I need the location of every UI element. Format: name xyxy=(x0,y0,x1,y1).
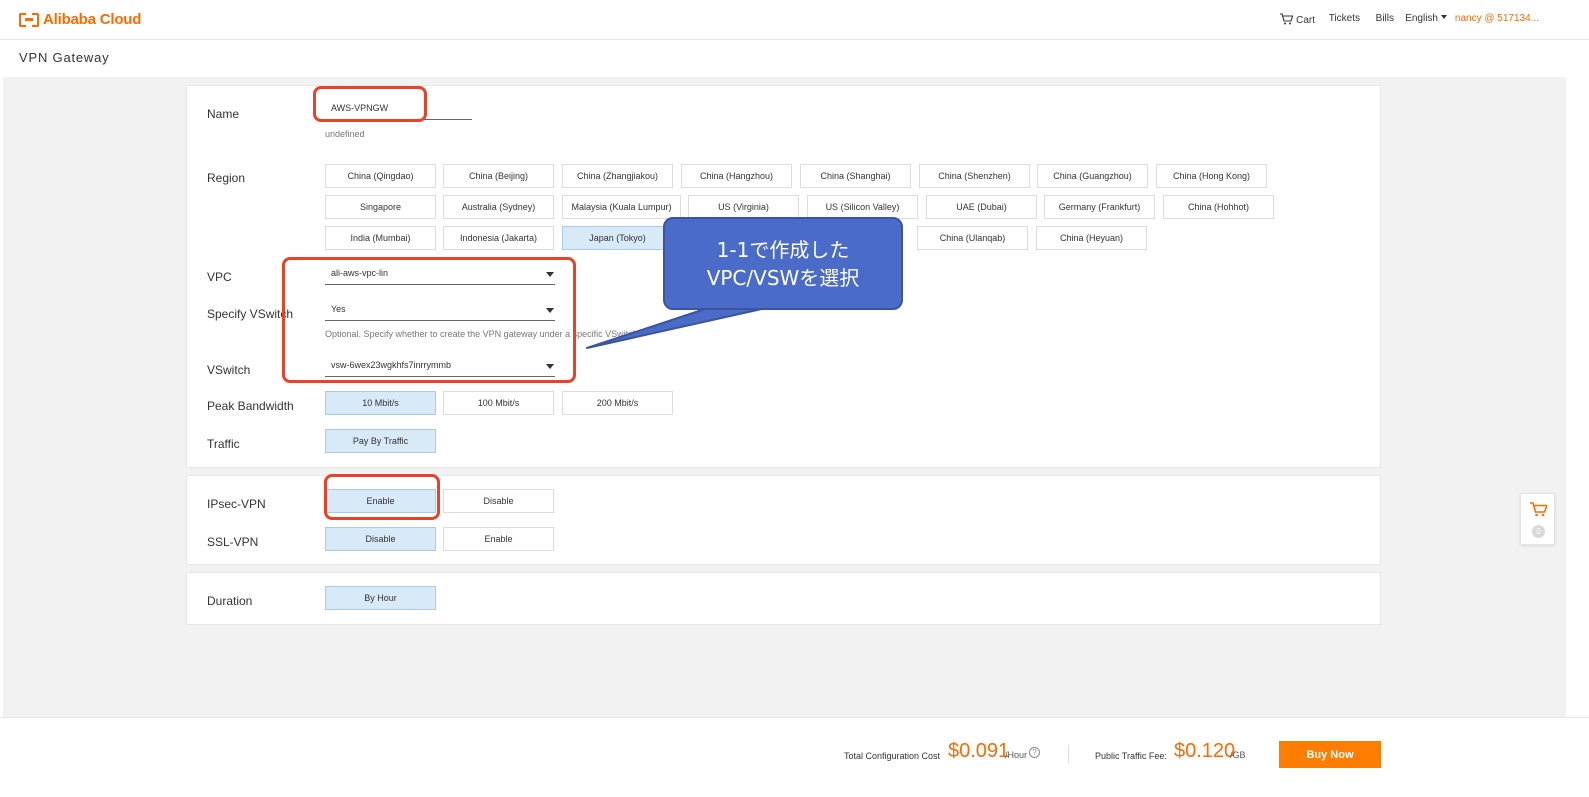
duration-label: Duration xyxy=(207,594,253,608)
cart-icon xyxy=(1530,502,1547,517)
peak-bandwidth-label: Peak Bandwidth xyxy=(207,399,294,413)
region-option[interactable]: China (Hangzhou) xyxy=(681,164,792,188)
annotation-callout: 1-1で作成した VPC/VSWを選択 xyxy=(663,217,903,310)
vpc-select-value: ali-aws-vpc-lin xyxy=(331,268,389,278)
bandwidth-option-200[interactable]: 200 Mbit/s xyxy=(562,391,673,415)
region-option[interactable]: China (Hong Kong) xyxy=(1156,164,1267,188)
specify-vswitch-select[interactable]: Yes xyxy=(325,299,555,321)
help-icon[interactable]: ? xyxy=(1029,747,1040,758)
region-option[interactable]: Germany (Frankfurt) xyxy=(1044,195,1155,219)
chevron-down-icon xyxy=(546,308,554,313)
region-option[interactable]: China (Beijing) xyxy=(443,164,554,188)
vswitch-label: VSwitch xyxy=(207,363,251,377)
vpc-label: VPC xyxy=(207,270,232,284)
name-hint: undefined xyxy=(325,129,365,139)
callout-line-2: VPC/VSWを選択 xyxy=(706,265,860,290)
region-option[interactable]: US (Virginia) xyxy=(688,195,799,219)
duration-option-by-hour[interactable]: By Hour xyxy=(325,586,436,610)
vswitch-select-value: vsw-6wex23wgkhfs7inrrymmb xyxy=(331,360,452,370)
cart-icon xyxy=(1280,13,1294,25)
alibaba-cloud-logo[interactable]: Alibaba Cloud xyxy=(19,11,141,28)
ssl-disable-option[interactable]: Disable xyxy=(325,527,436,551)
bandwidth-option-100[interactable]: 100 Mbit/s xyxy=(443,391,554,415)
region-option[interactable]: Malaysia (Kuala Lumpur) xyxy=(562,195,681,219)
cart-count-badge: 0 xyxy=(1532,525,1545,538)
region-option[interactable]: Singapore xyxy=(325,195,436,219)
region-option[interactable]: China (Shanghai) xyxy=(800,164,911,188)
traffic-label: Traffic xyxy=(207,437,240,451)
chevron-down-icon xyxy=(546,272,554,277)
nav-tickets-link[interactable]: Tickets xyxy=(1329,13,1360,24)
nav-bills-link[interactable]: Bills xyxy=(1376,13,1394,24)
ssl-enable-option[interactable]: Enable xyxy=(443,527,554,551)
name-input[interactable]: AWS-VPNGW xyxy=(325,98,472,120)
floating-cart-button[interactable]: 0 xyxy=(1520,493,1555,545)
specify-vswitch-label: Specify VSwitch xyxy=(207,307,294,321)
top-navbar: Alibaba Cloud Cart Tickets Bills English… xyxy=(0,0,1589,40)
ipsec-disable-option[interactable]: Disable xyxy=(443,489,554,513)
logo-text: Alibaba Cloud xyxy=(43,11,142,28)
region-option[interactable]: China (Guangzhou) xyxy=(1037,164,1148,188)
region-option[interactable]: China (Ulanqab) xyxy=(917,226,1028,250)
specify-vswitch-hint: Optional. Specify whether to create the … xyxy=(325,329,638,339)
region-option[interactable]: China (Heyuan) xyxy=(1036,226,1147,250)
page-title: VPN Gateway xyxy=(19,50,110,65)
vpc-select[interactable]: ali-aws-vpc-lin xyxy=(325,263,555,285)
user-account-link[interactable]: nancy @ 517134... xyxy=(1455,13,1539,24)
specify-vswitch-value: Yes xyxy=(331,304,346,314)
region-option[interactable]: UAE (Dubai) xyxy=(926,195,1037,219)
traffic-fee-price: $0.120 xyxy=(1174,740,1236,762)
total-cost-unit: /Hour xyxy=(1005,750,1028,760)
region-option[interactable]: Japan (Tokyo) xyxy=(562,226,673,250)
total-cost-price: $0.091 xyxy=(948,740,1010,762)
region-label: Region xyxy=(207,171,246,185)
alibaba-logo-icon xyxy=(19,12,39,27)
ssl-vpn-label: SSL-VPN xyxy=(207,535,259,549)
traffic-fee-unit: /GB xyxy=(1230,750,1246,760)
ipsec-vpn-label: IPsec-VPN xyxy=(207,497,266,511)
callout-line-1: 1-1で作成した xyxy=(716,237,850,262)
region-option[interactable]: US (Silicon Valley) xyxy=(807,195,918,219)
region-option[interactable]: Australia (Sydney) xyxy=(443,195,554,219)
region-option[interactable]: China (Hohhot) xyxy=(1163,195,1274,219)
buy-now-button[interactable]: Buy Now xyxy=(1279,741,1381,768)
region-option[interactable]: China (Shenzhen) xyxy=(919,164,1030,188)
ipsec-enable-option[interactable]: Enable xyxy=(325,489,436,513)
total-cost-label: Total Configuration Cost xyxy=(844,751,941,761)
bandwidth-option-10[interactable]: 10 Mbit/s xyxy=(325,391,436,415)
vswitch-select[interactable]: vsw-6wex23wgkhfs7inrrymmb xyxy=(325,355,555,377)
language-dropdown[interactable]: English xyxy=(1405,13,1447,24)
traffic-option-pay-by-traffic[interactable]: Pay By Traffic xyxy=(325,429,436,453)
region-option[interactable]: India (Mumbai) xyxy=(325,226,436,250)
chevron-down-icon xyxy=(546,364,554,369)
traffic-fee-label: Public Traffic Fee: xyxy=(1095,751,1167,761)
name-label: Name xyxy=(207,107,240,121)
footer-divider xyxy=(1068,745,1069,763)
region-option[interactable]: Indonesia (Jakarta) xyxy=(443,226,554,250)
region-option[interactable]: China (Qingdao) xyxy=(325,164,436,188)
region-option[interactable]: China (Zhangjiakou) xyxy=(562,164,673,188)
nav-cart-link[interactable]: Cart xyxy=(1280,13,1315,26)
chevron-down-icon xyxy=(1441,15,1447,19)
